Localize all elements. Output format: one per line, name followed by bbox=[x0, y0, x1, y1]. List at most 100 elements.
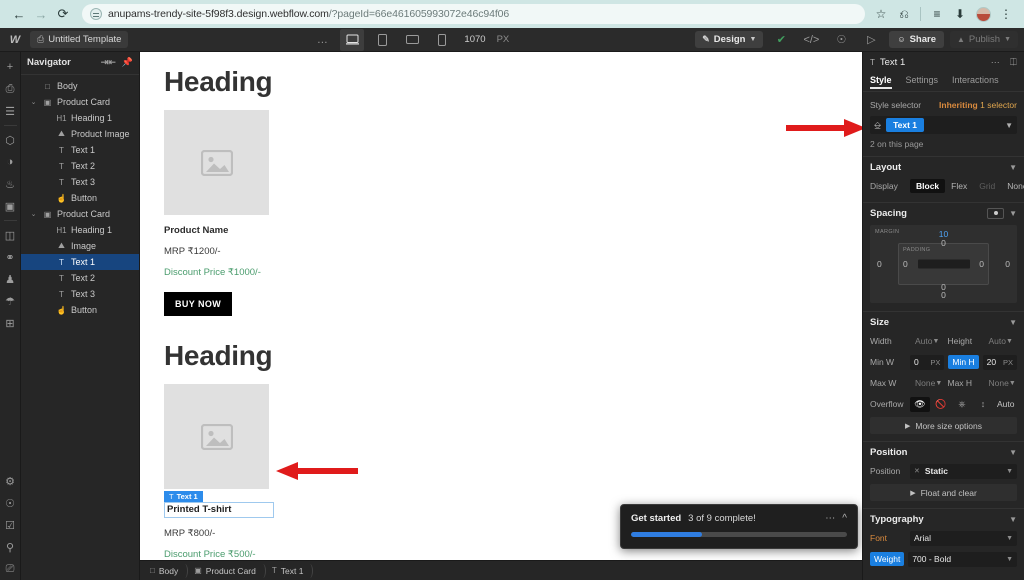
navigator-item-heading-1-2[interactable]: H1 Heading 1 bbox=[21, 110, 139, 126]
navigator-item-button-14[interactable]: ☝ Button bbox=[21, 302, 139, 318]
card1-product-name[interactable]: Product Name bbox=[164, 225, 862, 236]
three-dot-menu-icon[interactable]: ⋮ bbox=[996, 4, 1016, 24]
navigator-item-heading-1-9[interactable]: H1 Heading 1 bbox=[21, 222, 139, 238]
three-dot-icon[interactable]: ⋯ bbox=[825, 513, 835, 524]
section-layout-header[interactable]: Layout ▼ bbox=[863, 157, 1024, 177]
spacing-control[interactable]: MARGIN 10 0 0 0 PADDING 0 0 0 0 bbox=[870, 225, 1017, 303]
margin-left-value[interactable]: 0 bbox=[877, 259, 882, 269]
card1-image-placeholder[interactable] bbox=[164, 110, 269, 215]
weight-label[interactable]: Weight bbox=[870, 552, 905, 566]
card2-heading[interactable]: Heading bbox=[164, 340, 862, 372]
get-started-toast[interactable]: Get started 3 of 9 complete! ⋯ ^ bbox=[620, 504, 858, 549]
class-chip[interactable]: Text 1 bbox=[886, 118, 925, 132]
navigator-item-body-0[interactable]: □ Body bbox=[21, 78, 139, 94]
ecommerce-icon[interactable]: ☂ bbox=[0, 290, 21, 312]
card2-image-placeholder[interactable] bbox=[164, 384, 269, 489]
breakpoint-tablet-icon[interactable] bbox=[370, 29, 394, 51]
components-icon[interactable]: ⬡ bbox=[0, 129, 21, 151]
section-typography-header[interactable]: Typography ▼ bbox=[863, 509, 1024, 529]
design-canvas[interactable]: Heading Product Name MRP ₹1200/- Discoun… bbox=[140, 52, 862, 560]
navigator-item-text-1-4[interactable]: T Text 1 bbox=[21, 142, 139, 158]
video-tutorial-icon[interactable]: ⎚ bbox=[0, 558, 21, 580]
chevron-down-icon[interactable]: ▼ bbox=[1009, 209, 1017, 218]
settings-gear-icon[interactable]: ⚙ bbox=[0, 470, 21, 492]
chevron-up-icon[interactable]: ^ bbox=[842, 513, 847, 524]
display-option-block[interactable]: Block bbox=[910, 179, 946, 193]
profile-avatar[interactable] bbox=[973, 4, 993, 24]
viewport-width-value[interactable]: 1070 bbox=[464, 34, 485, 45]
tab-interactions[interactable]: Interactions bbox=[952, 75, 999, 88]
card2-discount-price[interactable]: Discount Price ₹500/- bbox=[164, 549, 862, 560]
navigator-item-text-3-13[interactable]: T Text 3 bbox=[21, 286, 139, 302]
max-height-field[interactable]: None ▼ bbox=[984, 376, 1018, 391]
max-width-field[interactable]: None ▼ bbox=[910, 376, 944, 391]
preview-play-icon[interactable]: ▷ bbox=[859, 29, 883, 51]
extensions-icon[interactable]: ⎌ bbox=[894, 4, 914, 24]
chevron-down-icon[interactable]: ⌄ bbox=[29, 98, 38, 106]
min-width-field[interactable]: 0 PX bbox=[910, 354, 945, 370]
breadcrumb-item-text-1[interactable]: T Text 1 bbox=[266, 561, 314, 580]
topbar-more-icon[interactable]: … bbox=[310, 29, 334, 51]
breadcrumb-item-product-card[interactable]: ▣ Product Card bbox=[188, 561, 266, 580]
card1-mrp[interactable]: MRP ₹1200/- bbox=[164, 246, 862, 257]
chevron-down-icon[interactable]: ▼ bbox=[1009, 163, 1017, 172]
navigator-item-text-2-12[interactable]: T Text 2 bbox=[21, 270, 139, 286]
card1-buy-now-button[interactable]: BUY NOW bbox=[164, 292, 233, 316]
height-field[interactable]: Auto ▼ bbox=[984, 334, 1018, 349]
min-height-label[interactable]: Min H bbox=[948, 355, 979, 369]
width-field[interactable]: Auto ▼ bbox=[910, 334, 944, 349]
display-option-grid[interactable]: Grid bbox=[973, 179, 1001, 193]
navigator-item-text-3-6[interactable]: T Text 3 bbox=[21, 174, 139, 190]
tab-settings[interactable]: Settings bbox=[906, 75, 939, 88]
pages-icon[interactable]: ⎙ bbox=[0, 78, 21, 100]
section-spacing-header[interactable]: Spacing ▼ bbox=[863, 203, 1024, 223]
overflow-visible-icon[interactable]: 👁 bbox=[910, 396, 930, 412]
add-element-icon[interactable]: + bbox=[0, 56, 21, 78]
section-position-header[interactable]: Position ▼ bbox=[863, 442, 1024, 462]
style-manager-icon[interactable]: ♨ bbox=[0, 173, 21, 195]
padding-bottom-value[interactable]: 0 bbox=[941, 282, 946, 292]
display-option-none[interactable]: None▼ bbox=[1001, 179, 1024, 193]
navigator-item-image-10[interactable]: ⛰ Image bbox=[21, 238, 139, 254]
comment-icon[interactable]: ☉ bbox=[829, 29, 853, 51]
star-icon[interactable]: ☆ bbox=[871, 4, 891, 24]
assets-icon[interactable]: ▣ bbox=[0, 195, 21, 217]
download-icon[interactable]: ⬇ bbox=[950, 4, 970, 24]
float-and-clear-button[interactable]: ▶ Float and clear bbox=[870, 484, 1017, 501]
template-name-chip[interactable]: ⎙ Untitled Template bbox=[30, 31, 129, 48]
pin-icon[interactable]: 📌 bbox=[122, 57, 133, 68]
back-arrow-icon[interactable]: ← bbox=[8, 3, 30, 25]
navigator-item-text-1-11[interactable]: T Text 1 bbox=[21, 254, 139, 270]
position-select[interactable]: ✕ Static ▼ bbox=[910, 463, 1017, 479]
more-size-options-button[interactable]: ▶ More size options bbox=[870, 417, 1017, 434]
weight-select[interactable]: 700 - Bold ▼ bbox=[908, 551, 1017, 567]
logic-icon[interactable]: ⚭ bbox=[0, 246, 21, 268]
forward-arrow-icon[interactable]: → bbox=[30, 3, 52, 25]
overflow-auto-icon[interactable]: ↕ bbox=[973, 397, 993, 412]
reload-icon[interactable]: ⟳ bbox=[52, 3, 74, 25]
create-component-icon[interactable]: ⎅ bbox=[1010, 57, 1017, 68]
navigator-item-button-7[interactable]: ☝ Button bbox=[21, 190, 139, 206]
padding-top-value[interactable]: 0 bbox=[941, 238, 946, 248]
checklist-icon[interactable]: ☑ bbox=[0, 514, 21, 536]
cms-icon[interactable]: ◫ bbox=[0, 224, 21, 246]
apps-icon[interactable]: ⊞ bbox=[0, 312, 21, 334]
chevron-down-icon[interactable]: ⌄ bbox=[29, 210, 38, 218]
site-settings-icon[interactable] bbox=[90, 8, 102, 20]
clear-x-icon[interactable]: ✕ bbox=[914, 467, 920, 475]
min-height-field[interactable]: 20 PX bbox=[982, 354, 1018, 370]
navigator-icon[interactable]: ☰ bbox=[0, 100, 21, 122]
breakpoint-mobile-landscape-icon[interactable] bbox=[400, 29, 424, 51]
font-select[interactable]: Arial ▼ bbox=[910, 530, 1017, 546]
navigator-item-product-image-3[interactable]: ⛰ Product Image bbox=[21, 126, 139, 142]
variables-icon[interactable]: ◑ bbox=[0, 151, 21, 173]
display-option-flex[interactable]: Flex bbox=[945, 179, 973, 193]
address-bar[interactable]: anupams-trendy-site-5f98f3.design.webflo… bbox=[82, 4, 865, 24]
card2-product-name[interactable]: Printed T-shirt bbox=[164, 501, 274, 518]
style-selector-box[interactable]: ⎒ Text 1 ▼ bbox=[870, 116, 1017, 134]
chevron-down-icon[interactable]: ▼ bbox=[1009, 318, 1017, 327]
navigator-item-product-card-8[interactable]: ⌄ ▣ Product Card bbox=[21, 206, 139, 222]
padding-right-value[interactable]: 0 bbox=[979, 259, 984, 269]
search-icon[interactable]: ⚲ bbox=[0, 536, 21, 558]
card1-heading[interactable]: Heading bbox=[164, 66, 862, 98]
